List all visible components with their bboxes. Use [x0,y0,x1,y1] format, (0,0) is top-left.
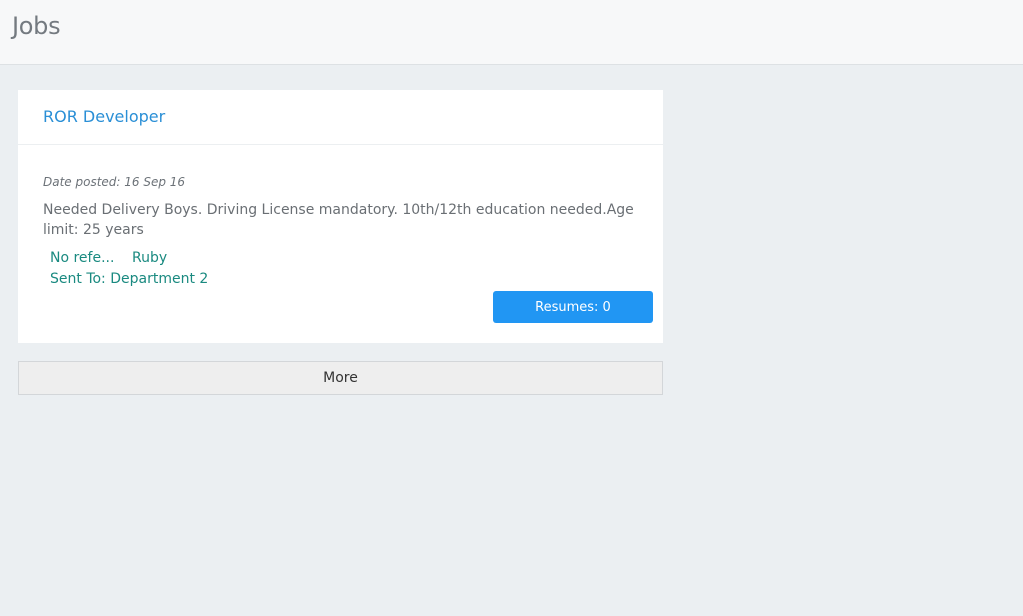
resumes-button[interactable]: Resumes: 0 [493,291,653,323]
more-button[interactable]: More [18,361,663,395]
page-title: Jobs [12,12,61,40]
job-title-link[interactable]: ROR Developer [43,107,165,126]
page-header: Jobs [0,0,1023,65]
job-description: Needed Delivery Boys. Driving License ma… [43,202,634,238]
job-skill-tag: Ruby [132,250,168,266]
job-sent-to: Sent To: Department 2 [50,271,209,287]
job-referral-tag: No refe... [50,250,115,266]
job-card-header: ROR Developer [18,90,663,145]
job-card: ROR Developer Date posted: 16 Sep 16 Nee… [18,90,663,343]
job-date-posted: Date posted: 16 Sep 16 [43,175,186,189]
